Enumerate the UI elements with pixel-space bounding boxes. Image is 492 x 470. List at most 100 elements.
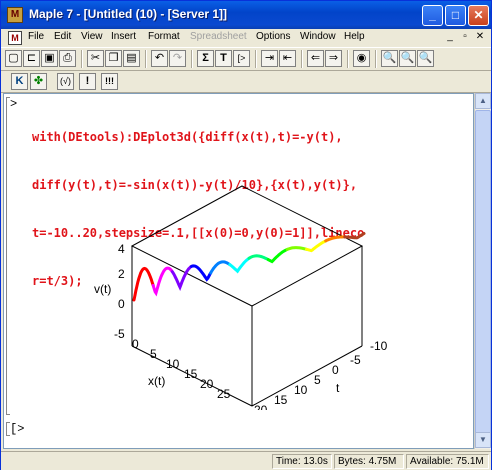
curve-segment [247, 254, 270, 262]
menu-spreadsheet: Spreadsheet [190, 31, 247, 42]
undo-icon[interactable]: ↶ [151, 50, 168, 67]
paste-icon[interactable]: ▤ [123, 50, 140, 67]
menu-insert[interactable]: Insert [111, 31, 136, 42]
toolbar-separator [375, 50, 377, 68]
zoom-out-icon[interactable]: 🔍 [381, 50, 398, 67]
curve-segment [324, 235, 347, 243]
3d-plot[interactable]: 4 2 0 v(t) -5 0 5 10 15 20 25 x(t) -10 -… [74, 180, 394, 410]
cut-icon[interactable]: ✂ [87, 50, 104, 67]
window-title: Maple 7 - [Untitled (10) - [Server 1]] [29, 7, 228, 21]
forward-icon[interactable]: ⇒ [325, 50, 342, 67]
menu-view[interactable]: View [81, 31, 103, 42]
maple-app-icon[interactable]: M [7, 7, 23, 23]
execute-all-button[interactable]: !!! [101, 73, 118, 90]
t-tick-label: 5 [314, 373, 321, 387]
menu-edit[interactable]: Edit [54, 31, 71, 42]
x-tick-label: 5 [150, 347, 157, 361]
vertical-scrollbar[interactable]: ▲ ▼ [474, 93, 491, 449]
toolbar-separator [191, 50, 193, 68]
text-icon[interactable]: T [215, 50, 232, 67]
scroll-thumb[interactable] [475, 110, 491, 436]
menu-help[interactable]: Help [344, 31, 365, 42]
status-bytes: Bytes: 4.75M [334, 454, 404, 469]
zoom-fit-icon[interactable]: 🔍 [417, 50, 434, 67]
t-tick-label: 15 [274, 393, 288, 407]
input-prompt: > [10, 97, 18, 111]
toolbar-separator [145, 50, 147, 68]
curve-segment [266, 247, 289, 264]
check-syntax-button[interactable]: (√) [57, 73, 74, 90]
y-tick-label: 0 [118, 297, 125, 311]
curve-segment [228, 256, 251, 274]
doc-minimize-button[interactable]: _ [443, 31, 457, 44]
indent-icon[interactable]: ⇥ [261, 50, 278, 67]
status-bar: Time: 13.0s Bytes: 4.75M Available: 75.1… [1, 451, 491, 470]
menu-window[interactable]: Window [300, 31, 336, 42]
menu-file[interactable]: File [28, 31, 44, 42]
open-icon[interactable]: ⊏ [23, 50, 40, 67]
doc-close-button[interactable]: ✕ [473, 31, 487, 44]
curve-segment [151, 266, 174, 297]
t-tick-label: -10 [370, 339, 388, 353]
t-tick-label: 20 [254, 403, 268, 410]
solution-curve [132, 232, 366, 302]
document-icon[interactable]: M [8, 31, 22, 45]
curve-segment [305, 239, 328, 253]
maple-leaf-icon[interactable]: ✤ [30, 73, 47, 90]
status-available: Available: 75.1M [406, 454, 489, 469]
close-button[interactable]: ✕ [468, 5, 489, 26]
t-axis-label: t [336, 381, 340, 395]
x-axis-label: x(t) [148, 374, 165, 388]
stop-icon[interactable]: ◉ [353, 50, 370, 67]
scroll-down-button[interactable]: ▼ [475, 432, 491, 448]
scroll-up-button[interactable]: ▲ [475, 93, 491, 109]
x-tick-label: -5 [114, 327, 125, 341]
toolbar-separator [255, 50, 257, 68]
minimize-button[interactable]: _ [422, 5, 443, 26]
zoom-in-icon[interactable]: 🔍 [399, 50, 416, 67]
t-tick-label: 0 [332, 363, 339, 377]
outdent-icon[interactable]: ⇤ [279, 50, 296, 67]
y-axis-label: v(t) [94, 282, 111, 296]
math-mode-button[interactable]: K [11, 73, 28, 90]
worksheet-area[interactable]: > with(DEtools):DEplot3d({diff(x(t),t)=-… [3, 93, 474, 449]
command-line: with(DEtools):DEplot3d({diff(x(t),t)=-y(… [32, 130, 343, 144]
y-tick-label: 4 [118, 242, 125, 256]
x-tick-label: 25 [217, 387, 231, 401]
x-tick-label: 0 [132, 337, 139, 351]
curve-segment [209, 260, 232, 275]
plot-box-edge [251, 345, 363, 407]
next-input-prompt[interactable]: [> [10, 422, 24, 436]
main-toolbar: ▢ ⊏ ▣ ⎙ ✂ ❐ ▤ ↶ ↷ Σ T [> ⇥ ⇤ ⇐ ⇒ ◉ 🔍 🔍 🔍 [1, 47, 491, 71]
curve-segment [132, 266, 155, 302]
status-time: Time: 13.0s [272, 454, 332, 469]
maximize-button[interactable]: □ [445, 5, 466, 26]
plot-box-top [130, 185, 364, 307]
curve-segment [170, 264, 193, 291]
context-toolbar: K ✤ (√) ! !!! [1, 71, 491, 93]
sigma-icon[interactable]: Σ [197, 50, 214, 67]
execution-group-bracket[interactable] [6, 97, 10, 415]
x-tick-label: 15 [184, 367, 198, 381]
save-icon[interactable]: ▣ [41, 50, 58, 67]
plot-box [130, 185, 364, 407]
new-icon[interactable]: ▢ [5, 50, 22, 67]
menu-bar: M File Edit View Insert Format Spreadshe… [1, 29, 491, 47]
back-icon[interactable]: ⇐ [307, 50, 324, 67]
menu-options[interactable]: Options [256, 31, 290, 42]
prompt-icon[interactable]: [> [233, 50, 250, 67]
print-icon[interactable]: ⎙ [59, 50, 76, 67]
title-bar[interactable]: M Maple 7 - [Untitled (10) - [Server 1]]… [1, 1, 491, 29]
execute-button[interactable]: ! [79, 73, 96, 90]
doc-restore-button[interactable]: ▫ [458, 31, 472, 44]
redo-icon: ↷ [169, 50, 186, 67]
t-tick-label: -5 [350, 353, 361, 367]
x-tick-label: 10 [166, 357, 180, 371]
toolbar-separator [81, 50, 83, 68]
x-tick-label: 20 [200, 377, 214, 391]
copy-icon[interactable]: ❐ [105, 50, 122, 67]
curve-segment [285, 246, 308, 251]
toolbar-separator [301, 50, 303, 68]
curve-segment [343, 232, 366, 240]
menu-format[interactable]: Format [148, 31, 180, 42]
